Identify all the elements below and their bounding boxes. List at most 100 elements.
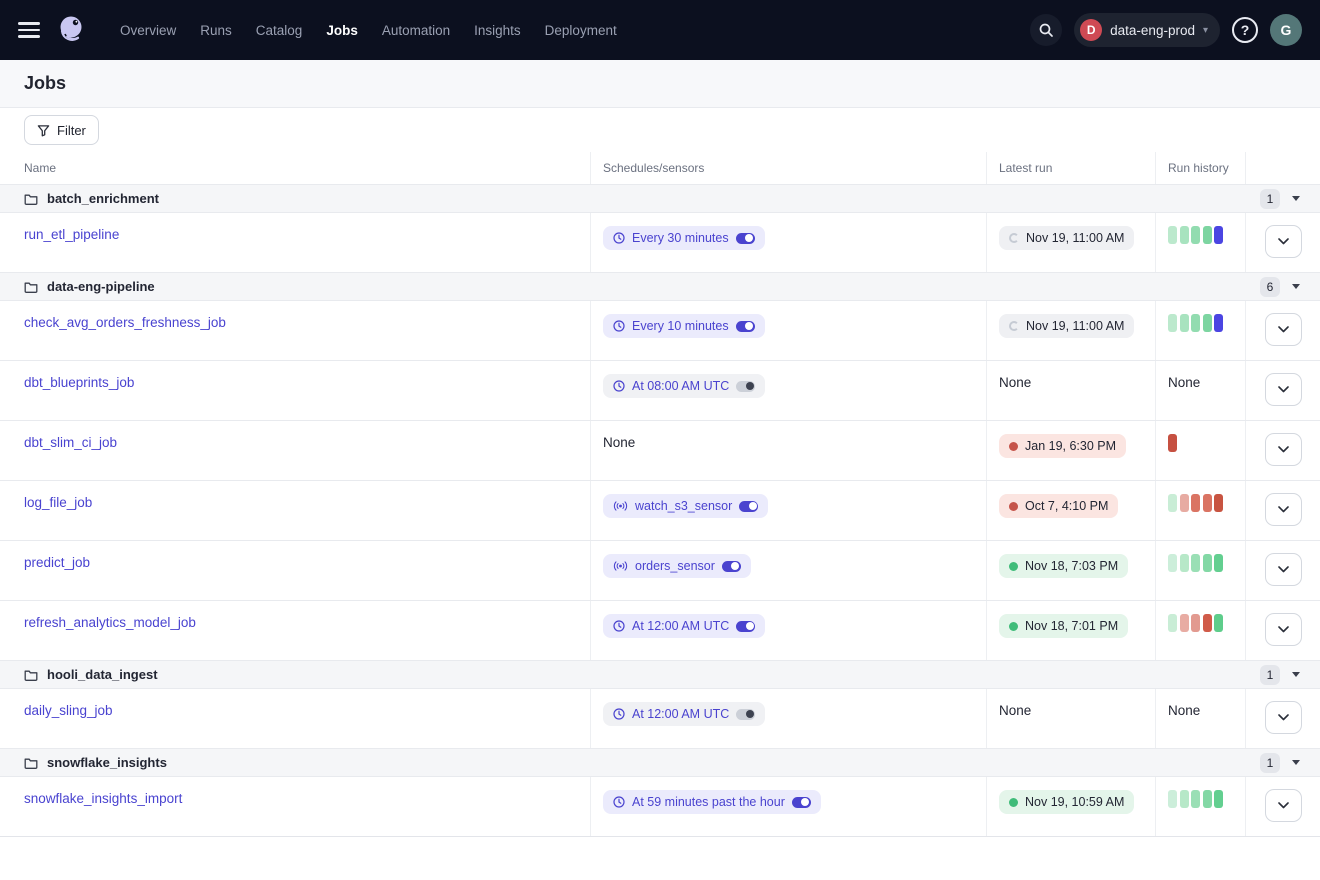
group-row-batch-enrichment[interactable]: batch_enrichment 1 — [0, 185, 1320, 213]
run-chip[interactable] — [1180, 790, 1189, 808]
latest-run-pill[interactable]: Jan 19, 6:30 PM — [999, 434, 1126, 458]
expand-row-button[interactable] — [1265, 789, 1302, 822]
sensor-toggle[interactable] — [722, 561, 741, 572]
nav-item-insights[interactable]: Insights — [464, 15, 531, 46]
run-chip[interactable] — [1180, 314, 1189, 332]
nav-item-automation[interactable]: Automation — [372, 15, 460, 46]
run-chip[interactable] — [1214, 614, 1223, 632]
dagster-logo[interactable] — [54, 12, 90, 48]
job-link[interactable]: daily_sling_job — [24, 703, 113, 718]
schedule-toggle[interactable] — [736, 381, 755, 392]
run-chip[interactable] — [1214, 226, 1223, 244]
run-chip[interactable] — [1168, 434, 1177, 452]
caret-down-icon[interactable] — [1292, 672, 1300, 677]
run-chip[interactable] — [1180, 226, 1189, 244]
avatar[interactable]: G — [1270, 14, 1302, 46]
schedule-toggle[interactable] — [736, 709, 755, 720]
schedule-toggle[interactable] — [792, 797, 811, 808]
latest-run-pill[interactable]: Oct 7, 4:10 PM — [999, 494, 1118, 518]
nav-item-runs[interactable]: Runs — [190, 15, 242, 46]
run-chip[interactable] — [1203, 790, 1212, 808]
expand-row-button[interactable] — [1265, 373, 1302, 406]
run-chip[interactable] — [1191, 314, 1200, 332]
schedule-toggle[interactable] — [736, 233, 755, 244]
filter-button[interactable]: Filter — [24, 115, 99, 145]
group-row-snowflake-insights[interactable]: snowflake_insights 1 — [0, 749, 1320, 777]
schedule-badge[interactable]: Every 30 minutes — [603, 226, 765, 250]
run-chip[interactable] — [1203, 314, 1212, 332]
run-chip[interactable] — [1214, 314, 1223, 332]
run-chip[interactable] — [1203, 226, 1212, 244]
run-chip[interactable] — [1203, 494, 1212, 512]
run-chip[interactable] — [1191, 226, 1200, 244]
run-chip[interactable] — [1168, 790, 1177, 808]
expand-row-button[interactable] — [1265, 493, 1302, 526]
latest-run-pill[interactable]: Nov 19, 10:59 AM — [999, 790, 1134, 814]
nav-item-overview[interactable]: Overview — [110, 15, 186, 46]
run-chip[interactable] — [1203, 554, 1212, 572]
job-link[interactable]: log_file_job — [24, 495, 92, 510]
job-link[interactable]: check_avg_orders_freshness_job — [24, 315, 226, 330]
schedule-none: None — [603, 435, 635, 450]
schedule-badge[interactable]: Every 10 minutes — [603, 314, 765, 338]
caret-down-icon[interactable] — [1292, 760, 1300, 765]
deployment-name: data-eng-prod — [1110, 23, 1195, 38]
avatar-initial: G — [1281, 22, 1292, 38]
expand-row-button[interactable] — [1265, 553, 1302, 586]
job-link[interactable]: dbt_blueprints_job — [24, 375, 134, 390]
latest-run-none: None — [999, 703, 1031, 718]
schedule-badge[interactable]: At 08:00 AM UTC — [603, 374, 765, 398]
run-chip[interactable] — [1168, 314, 1177, 332]
schedule-badge[interactable]: At 59 minutes past the hour — [603, 790, 821, 814]
run-chip[interactable] — [1168, 554, 1177, 572]
nav-item-deployment[interactable]: Deployment — [535, 15, 627, 46]
job-link[interactable]: refresh_analytics_model_job — [24, 615, 196, 630]
schedule-label: Every 10 minutes — [632, 319, 729, 333]
run-chip[interactable] — [1214, 494, 1223, 512]
run-chip[interactable] — [1180, 614, 1189, 632]
run-chip[interactable] — [1168, 226, 1177, 244]
nav-item-jobs[interactable]: Jobs — [316, 15, 368, 46]
sensor-badge[interactable]: watch_s3_sensor — [603, 494, 768, 518]
caret-down-icon[interactable] — [1292, 284, 1300, 289]
job-link[interactable]: dbt_slim_ci_job — [24, 435, 117, 450]
job-link[interactable]: snowflake_insights_import — [24, 791, 182, 806]
search-button[interactable] — [1030, 14, 1062, 46]
run-chip[interactable] — [1203, 614, 1212, 632]
expand-row-button[interactable] — [1265, 225, 1302, 258]
sensor-label: watch_s3_sensor — [635, 499, 732, 513]
latest-run-pill[interactable]: Nov 18, 7:03 PM — [999, 554, 1128, 578]
run-chip[interactable] — [1191, 790, 1200, 808]
latest-run-pill[interactable]: Nov 19, 11:00 AM — [999, 314, 1134, 338]
sensor-badge[interactable]: orders_sensor — [603, 554, 751, 578]
latest-run-pill[interactable]: Nov 19, 11:00 AM — [999, 226, 1134, 250]
deployment-switcher[interactable]: D data-eng-prod ▾ — [1074, 13, 1220, 47]
schedule-badge[interactable]: At 12:00 AM UTC — [603, 614, 765, 638]
run-chip[interactable] — [1191, 494, 1200, 512]
help-button[interactable]: ? — [1232, 17, 1258, 43]
job-link[interactable]: predict_job — [24, 555, 90, 570]
run-chip[interactable] — [1168, 614, 1177, 632]
group-row-data-eng-pipeline[interactable]: data-eng-pipeline 6 — [0, 273, 1320, 301]
run-chip[interactable] — [1168, 494, 1177, 512]
job-link[interactable]: run_etl_pipeline — [24, 227, 119, 242]
expand-row-button[interactable] — [1265, 613, 1302, 646]
run-chip[interactable] — [1214, 554, 1223, 572]
nav-item-catalog[interactable]: Catalog — [246, 15, 313, 46]
schedule-badge[interactable]: At 12:00 AM UTC — [603, 702, 765, 726]
group-row-hooli-data-ingest[interactable]: hooli_data_ingest 1 — [0, 661, 1320, 689]
latest-run-pill[interactable]: Nov 18, 7:01 PM — [999, 614, 1128, 638]
expand-row-button[interactable] — [1265, 433, 1302, 466]
caret-down-icon[interactable] — [1292, 196, 1300, 201]
expand-row-button[interactable] — [1265, 313, 1302, 346]
run-chip[interactable] — [1214, 790, 1223, 808]
expand-row-button[interactable] — [1265, 701, 1302, 734]
run-chip[interactable] — [1191, 614, 1200, 632]
run-chip[interactable] — [1180, 554, 1189, 572]
run-chip[interactable] — [1191, 554, 1200, 572]
run-chip[interactable] — [1180, 494, 1189, 512]
schedule-toggle[interactable] — [736, 321, 755, 332]
hamburger-menu-icon[interactable] — [18, 22, 40, 38]
sensor-toggle[interactable] — [739, 501, 758, 512]
schedule-toggle[interactable] — [736, 621, 755, 632]
